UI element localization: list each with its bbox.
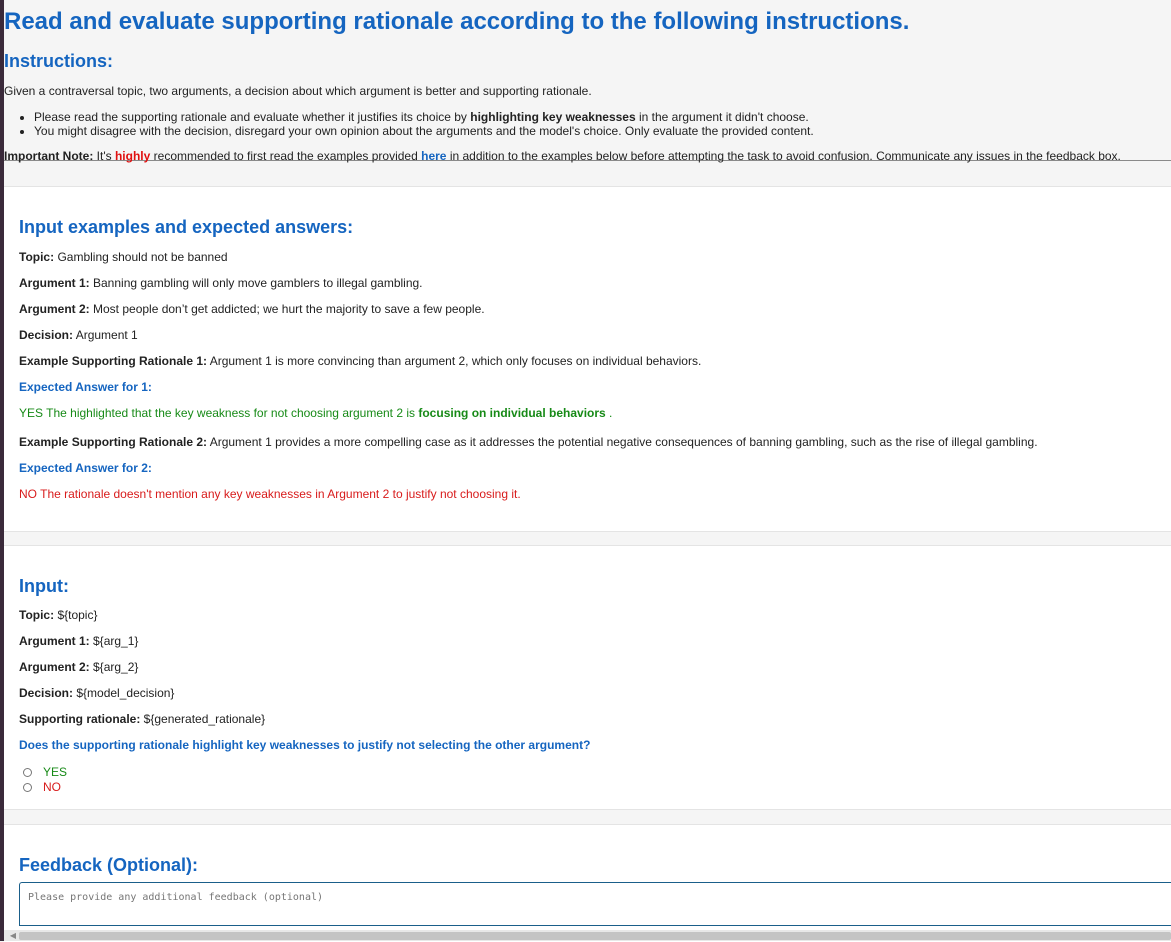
option-yes[interactable]: YES bbox=[23, 765, 67, 779]
input-rationale: Supporting rationale: ${generated_ration… bbox=[19, 712, 265, 727]
important-note: Important Note: It's highly recommended … bbox=[4, 149, 1171, 164]
field-value: ${topic} bbox=[54, 608, 98, 622]
answer-emphasis: focusing on individual behaviors bbox=[418, 406, 606, 420]
instruction-emphasis: highlighting key weaknesses bbox=[470, 110, 636, 124]
scrollbar-thumb[interactable] bbox=[19, 932, 1171, 940]
instruction-item: You might disagree with the decision, di… bbox=[34, 124, 1171, 138]
field-label: Topic: bbox=[19, 250, 55, 264]
expected-answer-2: NO The rationale doesn't mention any key… bbox=[19, 487, 521, 501]
expected-answer-1: YES The highlighted that the key weaknes… bbox=[19, 406, 612, 421]
yes-radio[interactable] bbox=[23, 767, 32, 777]
option-no[interactable]: NO bbox=[23, 780, 61, 794]
example-rationale-1: Example Supporting Rationale 1: Argument… bbox=[19, 354, 701, 369]
field-label: Decision: bbox=[19, 686, 74, 700]
page: Read and evaluate supporting rationale a… bbox=[4, 0, 1171, 942]
expected-answer-1-label: Expected Answer for 1: bbox=[19, 380, 152, 394]
input-topic: Topic: ${topic} bbox=[19, 608, 97, 623]
field-value: ${arg_2} bbox=[89, 660, 139, 674]
field-value: Banning gambling will only move gamblers… bbox=[89, 276, 423, 290]
input-argument-2: Argument 2: ${arg_2} bbox=[19, 660, 138, 675]
expected-answer-2-label: Expected Answer for 2: bbox=[19, 461, 152, 475]
field-label: Topic: bbox=[19, 608, 55, 622]
note-text: in addition to the examples below before… bbox=[446, 149, 1121, 163]
field-label: Argument 1: bbox=[19, 276, 90, 290]
horizontal-scrollbar[interactable]: ◀ bbox=[4, 930, 1171, 941]
input-card: Input: Topic: ${topic} Argument 1: ${arg… bbox=[4, 545, 1171, 810]
instruction-item: Please read the supporting rationale and… bbox=[34, 110, 1171, 124]
feedback-textarea[interactable] bbox=[19, 882, 1171, 926]
field-value: Argument 1 is more convincing than argum… bbox=[207, 354, 702, 368]
example-rationale-2: Example Supporting Rationale 2: Argument… bbox=[19, 435, 1038, 450]
input-heading: Input: bbox=[19, 576, 69, 596]
page-title: Read and evaluate supporting rationale a… bbox=[4, 8, 910, 35]
instructions-list: Please read the supporting rationale and… bbox=[4, 110, 1171, 138]
answer-text: . bbox=[605, 406, 613, 420]
field-value: Argument 1 bbox=[73, 328, 138, 342]
field-label: Argument 2: bbox=[19, 660, 90, 674]
field-label: Argument 2: bbox=[19, 302, 90, 316]
field-label: Argument 1: bbox=[19, 634, 90, 648]
note-emphasis: highly bbox=[114, 149, 151, 163]
input-decision: Decision: ${model_decision} bbox=[19, 686, 174, 701]
example-decision: Decision: Argument 1 bbox=[19, 328, 138, 343]
instructions-intro: Given a contraversal topic, two argument… bbox=[4, 84, 592, 98]
field-value: ${generated_rationale} bbox=[140, 712, 266, 726]
instruction-text: Please read the supporting rationale and… bbox=[34, 110, 471, 124]
field-label: Decision: bbox=[19, 328, 74, 342]
evaluation-question: Does the supporting rationale highlight … bbox=[19, 738, 591, 752]
field-value: ${arg_1} bbox=[89, 634, 139, 648]
instructions-heading: Instructions: bbox=[4, 51, 114, 71]
field-label: Example Supporting Rationale 1: bbox=[19, 354, 208, 368]
examples-heading: Input examples and expected answers: bbox=[19, 217, 354, 237]
field-value: Gambling should not be banned bbox=[54, 250, 228, 264]
field-value: Most people don’t get addicted; we hurt … bbox=[89, 302, 485, 316]
example-topic: Topic: Gambling should not be banned bbox=[19, 250, 228, 265]
field-value: Argument 1 provides a more compelling ca… bbox=[207, 435, 1038, 449]
answer-text: YES The highlighted that the key weaknes… bbox=[19, 406, 419, 420]
note-text: It's bbox=[93, 149, 115, 163]
input-argument-1: Argument 1: ${arg_1} bbox=[19, 634, 138, 649]
feedback-heading: Feedback (Optional): bbox=[19, 855, 199, 875]
example-argument-2: Argument 2: Most people don’t get addict… bbox=[19, 302, 485, 317]
example-argument-1: Argument 1: Banning gambling will only m… bbox=[19, 276, 423, 291]
yes-label[interactable]: YES bbox=[43, 765, 67, 779]
field-label: Supporting rationale: bbox=[19, 712, 141, 726]
field-value: ${model_decision} bbox=[73, 686, 175, 700]
no-label[interactable]: NO bbox=[43, 780, 61, 794]
note-label: Important Note: bbox=[4, 149, 94, 163]
scroll-left-icon[interactable]: ◀ bbox=[8, 930, 18, 941]
examples-card: Input examples and expected answers: Top… bbox=[4, 186, 1171, 532]
field-label: Example Supporting Rationale 2: bbox=[19, 435, 208, 449]
no-radio[interactable] bbox=[23, 782, 32, 792]
instruction-text: in the argument it didn't choose. bbox=[635, 110, 809, 124]
instructions-header: Read and evaluate supporting rationale a… bbox=[4, 0, 1171, 164]
examples-link[interactable]: here bbox=[421, 149, 446, 163]
feedback-card: Feedback (Optional): bbox=[4, 824, 1171, 942]
note-text: recommended to first read the examples p… bbox=[150, 149, 422, 163]
